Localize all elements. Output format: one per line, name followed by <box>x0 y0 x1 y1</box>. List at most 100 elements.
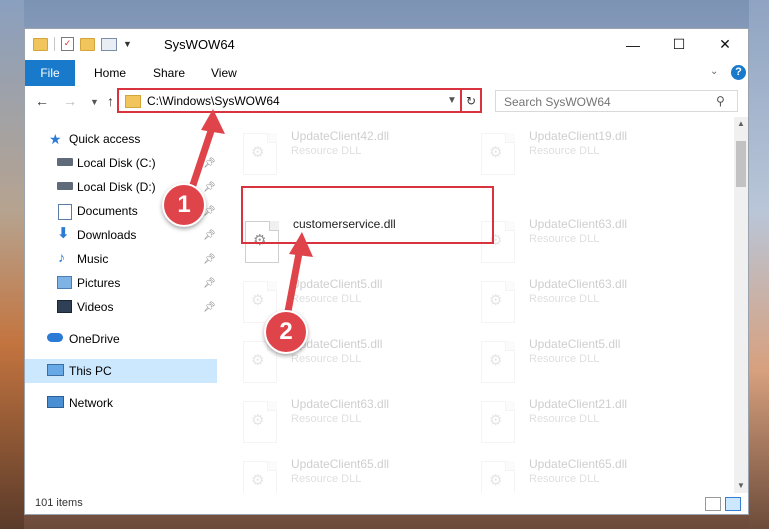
file-highlight-box <box>241 186 494 244</box>
step-2-badge: 2 <box>264 310 308 354</box>
file-item[interactable]: ⚙ UpdateClient65.dll Resource DLL <box>243 455 473 497</box>
file-name: UpdateClient19.dll <box>529 129 628 143</box>
file-name: UpdateClient42.dll <box>291 129 390 143</box>
scroll-up-chevron-icon[interactable]: ▲ <box>734 117 748 131</box>
sidebar-item-pictures[interactable]: Pictures 📌︎ <box>25 271 217 295</box>
download-icon: ⬇ <box>57 225 70 242</box>
pin-icon: 📌︎ <box>203 181 216 193</box>
tab-file[interactable]: File <box>25 60 75 86</box>
toolbar-divider <box>54 37 55 51</box>
sidebar-item-music[interactable]: ♪ Music 📌︎ <box>25 247 217 271</box>
gear-icon: ⚙ <box>489 292 503 309</box>
gear-icon: ⚙ <box>489 472 503 489</box>
pin-icon: 📌︎ <box>203 301 216 313</box>
drive-icon <box>57 158 73 166</box>
gear-icon: ⚙ <box>489 412 503 429</box>
file-description: Resource DLL <box>529 413 600 425</box>
file-name: UpdateClient63.dll <box>529 217 628 231</box>
star-icon: ★ <box>49 131 62 147</box>
customize-toolbar-chevron-icon[interactable]: ▼ <box>123 39 132 49</box>
file-name: UpdateClient5.dll <box>529 337 621 351</box>
search-icon[interactable]: ⚲ <box>716 94 725 108</box>
recent-locations-chevron-icon[interactable]: ▼ <box>90 97 99 107</box>
details-view-icon[interactable] <box>705 497 721 511</box>
sidebar-item-label: Documents <box>77 204 138 218</box>
up-arrow-icon[interactable]: ↑ <box>107 93 114 109</box>
refresh-icon: ↻ <box>465 93 477 108</box>
sidebar-item-videos[interactable]: Videos 📌︎ <box>25 295 217 319</box>
tab-home[interactable]: Home <box>94 60 126 86</box>
new-folder-icon[interactable] <box>80 37 95 51</box>
address-bar[interactable]: C:\Windows\SysWOW64 ▼ <box>117 88 480 113</box>
file-item[interactable]: ⚙ UpdateClient5.dll Resource DLL <box>481 335 711 387</box>
file-name: UpdateClient21.dll <box>529 397 628 411</box>
file-item[interactable]: ⚙ UpdateClient63.dll Resource DLL <box>481 215 711 267</box>
file-description: Resource DLL <box>291 473 362 485</box>
properties-check-icon[interactable]: ✓ <box>61 37 74 51</box>
file-item[interactable]: ⚙ UpdateClient21.dll Resource DLL <box>481 395 711 447</box>
gear-icon: ⚙ <box>489 144 503 161</box>
desktop-wallpaper-left <box>0 0 24 529</box>
file-description: Resource DLL <box>291 293 362 305</box>
folder-icon <box>33 37 48 51</box>
quick-access-toolbar: ✓ ▼ <box>33 37 132 51</box>
gear-icon: ⚙ <box>251 412 265 429</box>
desktop-wallpaper-right <box>749 0 769 529</box>
sidebar-item-onedrive[interactable]: OneDrive <box>25 327 217 351</box>
vertical-scrollbar[interactable]: ▲ ▼ <box>734 117 748 493</box>
file-description: Resource DLL <box>529 145 600 157</box>
tab-view[interactable]: View <box>211 60 237 86</box>
address-dropdown-chevron-icon[interactable]: ▼ <box>447 95 457 106</box>
sidebar-item-label: Videos <box>77 300 114 314</box>
file-item[interactable]: ⚙ UpdateClient63.dll Resource DLL <box>243 395 473 447</box>
minimize-button[interactable]: — <box>610 29 656 60</box>
file-item[interactable]: ⚙ UpdateClient65.dll Resource DLL <box>481 455 711 497</box>
sidebar-item-label: Pictures <box>77 276 121 290</box>
sidebar-item-label: Local Disk (D:) <box>77 180 156 194</box>
close-button[interactable]: ✕ <box>702 29 748 60</box>
sidebar-item-quick-access[interactable]: ★ Quick access <box>25 127 217 151</box>
network-icon <box>47 396 64 408</box>
tab-share[interactable]: Share <box>153 60 185 86</box>
scrollbar-thumb[interactable] <box>736 141 746 187</box>
pin-icon: 📌︎ <box>203 157 216 169</box>
explorer-window: ✓ ▼ SysWOW64 — ☐ ✕ File Home Share View … <box>24 28 749 515</box>
sidebar-item-label: Music <box>77 252 109 266</box>
rename-icon[interactable] <box>101 37 117 51</box>
file-description: Resource DLL <box>529 233 600 245</box>
drive-icon <box>57 182 73 190</box>
maximize-button[interactable]: ☐ <box>656 29 702 60</box>
gear-icon: ⚙ <box>251 352 265 369</box>
gear-icon: ⚙ <box>251 292 265 309</box>
file-item[interactable]: ⚙ UpdateClient63.dll Resource DLL <box>481 275 711 327</box>
sidebar-item-local-disk-c[interactable]: Local Disk (C:) 📌︎ <box>25 151 217 175</box>
forward-arrow-icon[interactable]: → <box>63 93 77 109</box>
file-item[interactable]: ⚙ UpdateClient42.dll Resource DLL <box>243 127 473 179</box>
scroll-down-chevron-icon[interactable]: ▼ <box>734 479 748 493</box>
gear-icon: ⚙ <box>489 352 503 369</box>
computer-icon <box>47 364 64 376</box>
music-icon: ♪ <box>58 249 65 265</box>
search-input[interactable] <box>496 91 716 113</box>
sidebar-item-network[interactable]: Network <box>25 391 217 415</box>
file-item[interactable]: ⚙ UpdateClient19.dll Resource DLL <box>481 127 711 179</box>
file-description: Resource DLL <box>291 413 362 425</box>
file-description: Resource DLL <box>529 293 600 305</box>
sidebar-item-label: Network <box>69 396 114 410</box>
help-icon[interactable]: ? <box>731 65 746 80</box>
folder-icon <box>125 95 141 108</box>
cloud-icon <box>47 333 63 342</box>
search-box[interactable]: ⚲ <box>495 90 738 113</box>
large-icons-view-icon[interactable] <box>725 497 741 511</box>
refresh-button[interactable]: ↻ <box>460 88 482 113</box>
navigation-pane: ★ Quick access Local Disk (C:) 📌︎ Local … <box>25 125 217 497</box>
file-list: ⚙ UpdateClient42.dll Resource DLL ⚙ Upda… <box>235 117 735 497</box>
sidebar-item-this-pc[interactable]: This PC <box>25 359 217 383</box>
file-name: UpdateClient65.dll <box>291 457 390 471</box>
expand-ribbon-chevron-icon[interactable]: ⌄ <box>710 66 718 77</box>
ribbon: File Home Share View ⌄ ? <box>25 60 748 87</box>
item-count: 101 items <box>35 497 83 509</box>
status-bar: 101 items <box>25 493 748 514</box>
back-arrow-icon[interactable]: ← <box>35 93 49 109</box>
file-name: UpdateClient63.dll <box>529 277 628 291</box>
